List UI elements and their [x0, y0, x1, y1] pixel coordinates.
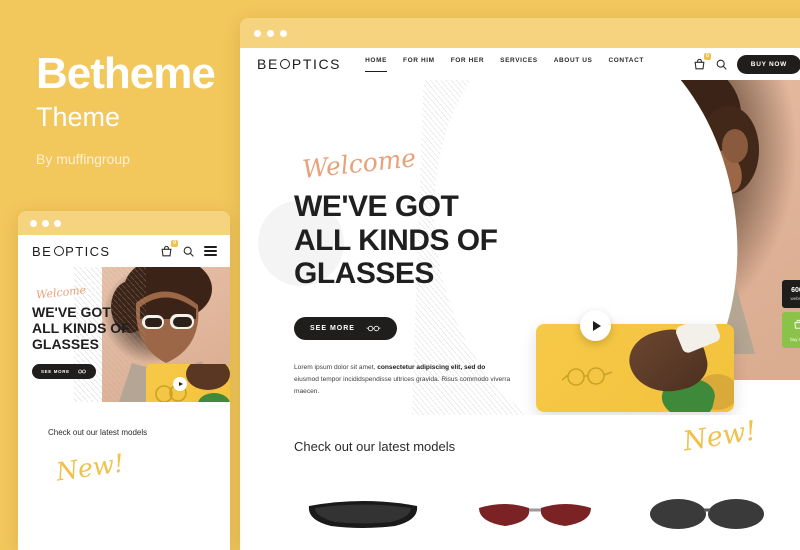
mobile-see-more-button[interactable]: SEE MORE: [32, 364, 96, 380]
mobile-hero-script-label: Welcome: [35, 283, 87, 302]
promo-title: Betheme: [36, 49, 216, 98]
mobile-cart-icon[interactable]: 0: [160, 239, 178, 258]
mobile-logo-ring-icon: [53, 246, 64, 256]
desktop-browser-mockup: BE PTICS HOME FOR HIM FOR HER SERVICES A…: [240, 18, 800, 550]
product-list: [294, 498, 800, 550]
badge-count-label: websites: [790, 295, 800, 301]
hero-headline: WE'VE GOT ALL KINDS OF GLASSES: [294, 190, 512, 291]
mobile-video-play-button[interactable]: [173, 377, 187, 391]
mobile-video-preview-card[interactable]: [146, 364, 230, 402]
headline-line-3: GLASSES: [294, 257, 434, 291]
cart-count-badge: 0: [704, 52, 711, 60]
logo-suffix: PTICS: [291, 56, 342, 72]
mobile-latest-models-section: Check out our latest models New!: [18, 402, 230, 487]
badge-buy-now[interactable]: buy now: [782, 311, 800, 348]
mobile-headline-line-1: WE'VE GOT: [32, 304, 111, 320]
logo-ring-icon: [280, 59, 291, 69]
mobile-headline-line-2: ALL KINDS OF: [32, 320, 130, 337]
mobile-site-logo[interactable]: BE PTICS: [32, 244, 110, 259]
navbar-actions: 0 BUY NOW: [693, 52, 800, 74]
buy-now-button[interactable]: BUY NOW: [736, 54, 800, 74]
window-dot-3[interactable]: [280, 29, 287, 37]
video-play-button[interactable]: [580, 310, 611, 341]
glasses-icon: [366, 325, 381, 331]
mobile-latest-models-title: Check out our latest models: [48, 428, 148, 437]
mobile-hero-section: Welcome WE'VE GOT ALL KINDS OF GLASSES S…: [18, 267, 230, 402]
cart-icon[interactable]: 0: [693, 52, 711, 71]
window-dot-1[interactable]: [254, 29, 261, 37]
side-badges: 600+ websites buy now: [782, 280, 800, 348]
mobile-browser-mockup: BE PTICS 0 Welcome WE'VE GOT ALL KINDS O…: [18, 211, 230, 550]
mobile-headline-line-3: GLASSES: [32, 336, 99, 353]
mobile-titlebar: [18, 211, 230, 235]
mobile-play-triangle-icon: [178, 382, 183, 386]
desktop-titlebar: [240, 18, 800, 48]
logo-prefix: BE: [257, 56, 279, 72]
see-more-button[interactable]: SEE MORE: [294, 316, 397, 340]
promo-author: By muffingroup: [36, 151, 130, 167]
hero-paragraph: Lorem ipsum dolor sit amet, consectetur …: [294, 362, 512, 399]
headline-line-2: ALL KINDS OF: [294, 223, 498, 257]
latest-models-section: Check out our latest models New!: [240, 415, 800, 550]
mobile-video-card-art: [155, 364, 230, 402]
search-icon[interactable]: [715, 58, 728, 71]
paragraph-part-1: Lorem ipsum dolor sit amet,: [294, 363, 378, 371]
main-menu: HOME FOR HIM FOR HER SERVICES ABOUT US C…: [365, 57, 644, 72]
paragraph-bold: consectetur adipiscing elit, sed do: [377, 363, 486, 371]
video-preview-card[interactable]: [536, 324, 734, 412]
mobile-cart-count-badge: 0: [171, 239, 178, 247]
menu-item-contact[interactable]: CONTACT: [608, 57, 644, 72]
grey-sunglasses-image: [650, 499, 765, 529]
site-logo[interactable]: BE PTICS: [257, 56, 341, 72]
window-dot-2[interactable]: [267, 29, 274, 37]
mobile-hero-headline: WE'VE GOT ALL KINDS OF GLASSES: [32, 304, 130, 352]
mobile-search-icon[interactable]: [182, 245, 195, 258]
mobile-new-script-label: New!: [54, 448, 126, 487]
see-more-label: SEE MORE: [310, 324, 355, 332]
product-item-black[interactable]: [294, 498, 432, 550]
menu-item-for-him[interactable]: FOR HIM: [403, 57, 435, 72]
promo-subtitle: Theme: [36, 102, 121, 132]
menu-item-home[interactable]: HOME: [365, 57, 388, 72]
desktop-navbar: BE PTICS HOME FOR HIM FOR HER SERVICES A…: [240, 48, 800, 80]
black-sunglasses-image: [308, 501, 417, 528]
mobile-logo-suffix: PTICS: [65, 243, 111, 259]
badge-count-value: 600+: [791, 287, 800, 294]
hero-section: Welcome WE'VE GOT ALL KINDS OF GLASSES S…: [240, 80, 800, 415]
hero-script-label: Welcome: [300, 143, 418, 184]
mobile-glasses-icon: [78, 369, 86, 374]
mobile-window-dot-2[interactable]: [42, 219, 49, 227]
mobile-hero-copy: Welcome WE'VE GOT ALL KINDS OF GLASSES S…: [32, 283, 130, 380]
mobile-logo-prefix: BE: [32, 243, 53, 259]
play-triangle-icon: [592, 320, 601, 331]
badge-buy-now-label: buy now: [790, 336, 800, 342]
paragraph-part-2: eiusmod tempor incididspendisse ultrices…: [294, 375, 511, 396]
mobile-window-dot-1[interactable]: [30, 219, 37, 227]
menu-item-for-her[interactable]: FOR HER: [451, 57, 484, 72]
burgundy-sunglasses-image: [478, 504, 591, 526]
headline-line-1: WE'VE GOT: [294, 190, 459, 223]
menu-item-services[interactable]: SERVICES: [500, 57, 538, 72]
mobile-navbar-actions: 0: [160, 239, 217, 258]
mobile-navbar: BE PTICS 0: [18, 235, 230, 267]
mobile-see-more-label: SEE MORE: [41, 369, 70, 375]
video-card-glasses-icon: [562, 367, 613, 386]
mobile-window-dot-3[interactable]: [54, 219, 61, 227]
hero-copy: Welcome WE'VE GOT ALL KINDS OF GLASSES S…: [294, 143, 512, 399]
badge-websites-count[interactable]: 600+ websites: [782, 280, 800, 308]
menu-item-about-us[interactable]: ABOUT US: [554, 57, 593, 72]
product-item-burgundy[interactable]: [466, 498, 604, 550]
product-item-grey[interactable]: [637, 498, 775, 550]
hamburger-menu-icon[interactable]: [204, 246, 217, 256]
bag-icon: [794, 319, 800, 329]
